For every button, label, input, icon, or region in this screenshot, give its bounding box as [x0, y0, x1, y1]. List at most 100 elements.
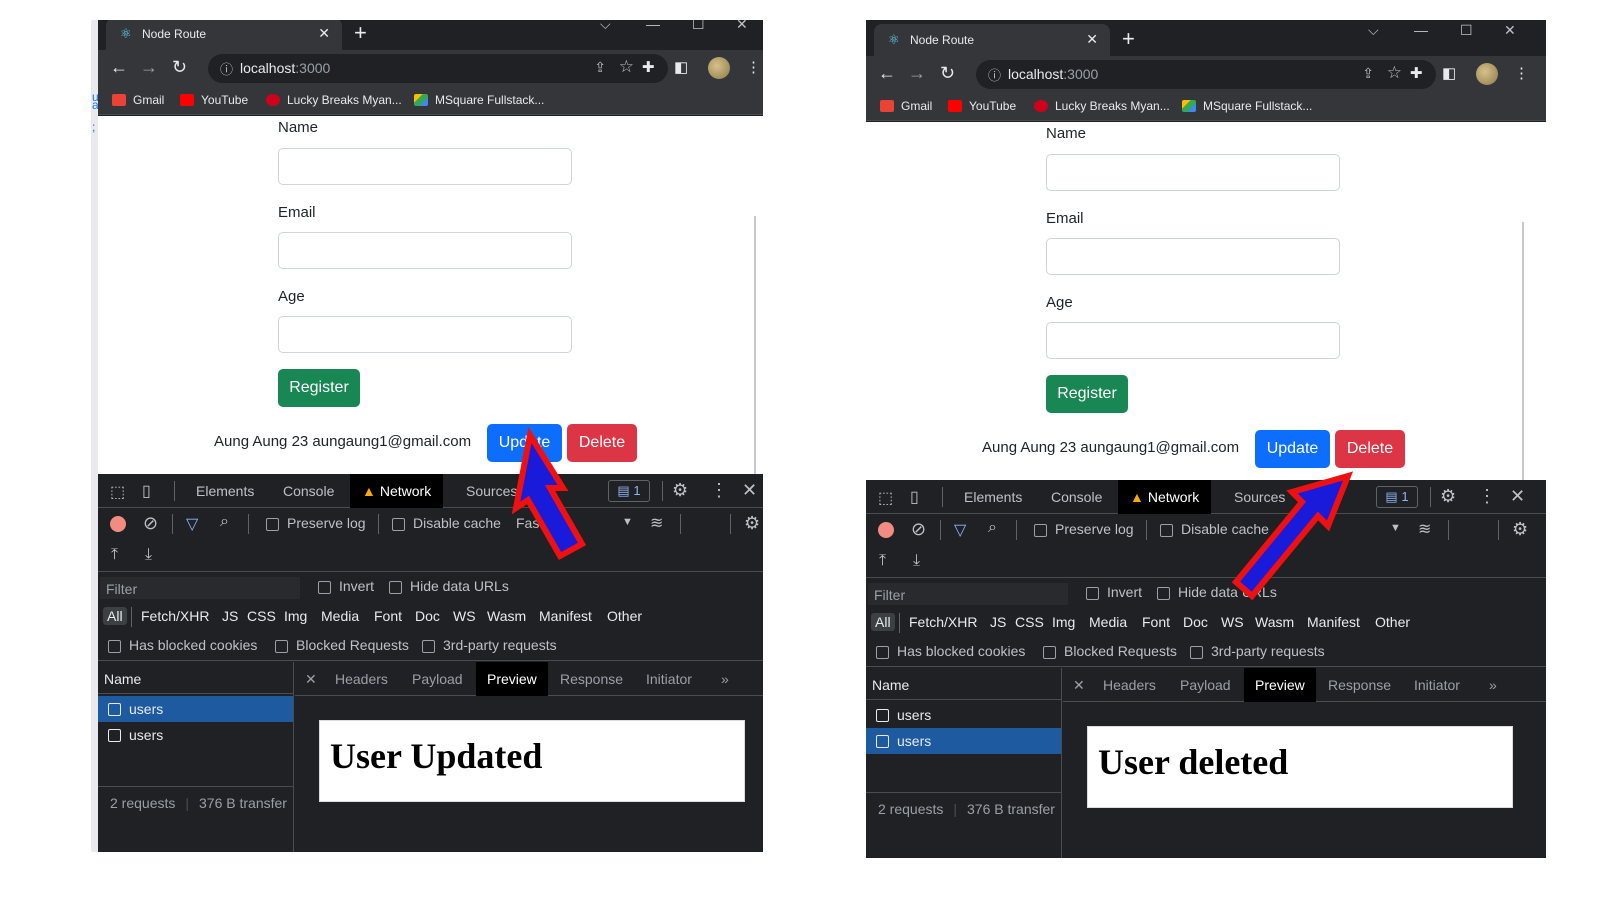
- kebab-icon[interactable]: ⋮: [710, 480, 728, 501]
- type-filter-wasm[interactable]: Wasm: [487, 608, 526, 624]
- close-icon[interactable]: ✕: [1073, 677, 1085, 694]
- type-filter-wasm[interactable]: Wasm: [1255, 614, 1294, 630]
- tab-console[interactable]: Console: [283, 483, 334, 499]
- close-icon[interactable]: ✕: [742, 480, 757, 501]
- reload-icon[interactable]: ↻: [940, 63, 955, 84]
- type-filter-media[interactable]: Media: [321, 608, 359, 624]
- type-filter-fetch-xhr[interactable]: Fetch/XHR: [141, 608, 209, 624]
- bookmark-gmail[interactable]: Gmail: [112, 93, 164, 107]
- type-filter-manifest[interactable]: Manifest: [1307, 614, 1360, 630]
- download-icon[interactable]: ⤓: [913, 552, 920, 570]
- tab-initiator[interactable]: Initiator: [1414, 677, 1460, 693]
- forward-icon[interactable]: →: [140, 57, 158, 78]
- page-scrollbar[interactable]: [754, 216, 756, 484]
- filter-input[interactable]: Filter: [868, 583, 1068, 605]
- preserve-log-checkbox[interactable]: [266, 518, 279, 531]
- gear-icon[interactable]: ⚙: [744, 513, 760, 534]
- type-filter-doc[interactable]: Doc: [1183, 614, 1208, 630]
- tab-initiator[interactable]: Initiator: [646, 671, 692, 687]
- filter-icon[interactable]: ▽: [954, 520, 966, 540]
- close-icon[interactable]: ✕: [1510, 486, 1525, 507]
- bookmark-youtube[interactable]: YouTube: [180, 93, 248, 107]
- third-party-checkbox[interactable]: [1190, 646, 1203, 659]
- wifi-icon[interactable]: ≋: [650, 513, 663, 533]
- sidepanel-icon[interactable]: ◧: [674, 58, 688, 76]
- record-icon[interactable]: [878, 522, 894, 538]
- disable-cache-checkbox[interactable]: [1160, 524, 1173, 537]
- issues-badge[interactable]: ▤ 1: [608, 480, 650, 502]
- kebab-icon[interactable]: ⋮: [1478, 486, 1496, 507]
- type-filter-ws[interactable]: WS: [453, 608, 476, 624]
- hide-data-urls-checkbox[interactable]: [389, 581, 402, 594]
- type-filter-media[interactable]: Media: [1089, 614, 1127, 630]
- upload-icon[interactable]: ⤒: [111, 546, 118, 564]
- back-icon[interactable]: ←: [878, 63, 896, 84]
- delete-button[interactable]: Delete: [1335, 430, 1405, 468]
- info-icon[interactable]: ⓘ: [220, 59, 233, 78]
- forward-icon[interactable]: →: [908, 63, 926, 84]
- type-filter-css[interactable]: CSS: [247, 608, 276, 624]
- filter-icon[interactable]: ▽: [186, 514, 198, 534]
- type-filter-other[interactable]: Other: [1375, 614, 1410, 630]
- request-row[interactable]: users: [98, 722, 293, 748]
- share-icon[interactable]: ⇪: [594, 59, 606, 76]
- disable-cache-checkbox[interactable]: [392, 518, 405, 531]
- preserve-log-checkbox[interactable]: [1034, 524, 1047, 537]
- device-icon[interactable]: ▯: [910, 487, 919, 507]
- info-icon[interactable]: ⓘ: [988, 65, 1001, 84]
- record-icon[interactable]: [110, 516, 126, 532]
- tab-network[interactable]: ▲ Network: [350, 474, 444, 508]
- maximize-icon[interactable]: ☐: [692, 20, 705, 33]
- gear-icon[interactable]: ⚙: [1440, 486, 1456, 507]
- type-filter-font[interactable]: Font: [1142, 614, 1170, 630]
- type-filter-img[interactable]: Img: [1052, 614, 1075, 630]
- plus-icon[interactable]: +: [354, 20, 367, 46]
- window-close-icon[interactable]: ✕: [736, 20, 748, 33]
- close-icon[interactable]: ✕: [305, 671, 317, 688]
- has-blocked-cookies-checkbox[interactable]: [108, 640, 121, 653]
- close-icon[interactable]: ✕: [318, 25, 330, 42]
- minimize-icon[interactable]: —: [646, 20, 660, 32]
- name-input[interactable]: [1046, 154, 1340, 191]
- issues-badge[interactable]: ▤ 1: [1376, 486, 1418, 508]
- bookmark-msquare[interactable]: MSquare Fullstack...: [414, 93, 544, 107]
- tab-sources[interactable]: Sources: [1234, 489, 1285, 505]
- request-row[interactable]: users: [866, 702, 1061, 728]
- star-icon[interactable]: ☆: [1387, 63, 1402, 83]
- kebab-icon[interactable]: ⋮: [746, 58, 761, 76]
- type-filter-doc[interactable]: Doc: [415, 608, 440, 624]
- window-close-icon[interactable]: ✕: [1504, 22, 1516, 39]
- more-tabs-icon[interactable]: »: [721, 671, 729, 687]
- inspect-icon[interactable]: ⬚: [110, 482, 125, 502]
- close-icon[interactable]: ✕: [1086, 31, 1098, 48]
- throttle-select[interactable]: Fas: [1284, 521, 1307, 537]
- more-tabs-icon[interactable]: »: [1489, 677, 1497, 693]
- update-button[interactable]: Update: [487, 424, 562, 462]
- bookmark-msquare[interactable]: MSquare Fullstack...: [1182, 99, 1312, 113]
- name-input[interactable]: [278, 148, 572, 185]
- invert-checkbox[interactable]: [1086, 587, 1099, 600]
- extensions-icon[interactable]: ✚: [1410, 64, 1423, 82]
- search-icon[interactable]: ⌕: [220, 513, 229, 531]
- type-filter-js[interactable]: JS: [222, 608, 238, 624]
- type-filter-other[interactable]: Other: [607, 608, 642, 624]
- maximize-icon[interactable]: ☐: [1460, 22, 1473, 39]
- type-filter-ws[interactable]: WS: [1221, 614, 1244, 630]
- browser-tab[interactable]: ⚛ Node Route ✕: [106, 20, 342, 50]
- chevron-down-icon[interactable]: ⌵: [600, 20, 611, 33]
- email-input[interactable]: [278, 232, 572, 269]
- chevron-down-icon[interactable]: ⌵: [1368, 22, 1379, 39]
- blocked-requests-checkbox[interactable]: [1043, 646, 1056, 659]
- age-input[interactable]: [278, 316, 572, 353]
- register-button[interactable]: Register: [1046, 375, 1128, 413]
- age-input[interactable]: [1046, 322, 1340, 359]
- register-button[interactable]: Register: [278, 369, 360, 407]
- tab-response[interactable]: Response: [560, 671, 623, 687]
- tab-payload[interactable]: Payload: [412, 671, 463, 687]
- tab-sources[interactable]: Sources: [466, 483, 517, 499]
- reload-icon[interactable]: ↻: [172, 57, 187, 78]
- tab-payload[interactable]: Payload: [1180, 677, 1231, 693]
- bookmark-lucky-breaks[interactable]: Lucky Breaks Myan...: [266, 93, 402, 107]
- type-filter-font[interactable]: Font: [374, 608, 402, 624]
- invert-checkbox[interactable]: [318, 581, 331, 594]
